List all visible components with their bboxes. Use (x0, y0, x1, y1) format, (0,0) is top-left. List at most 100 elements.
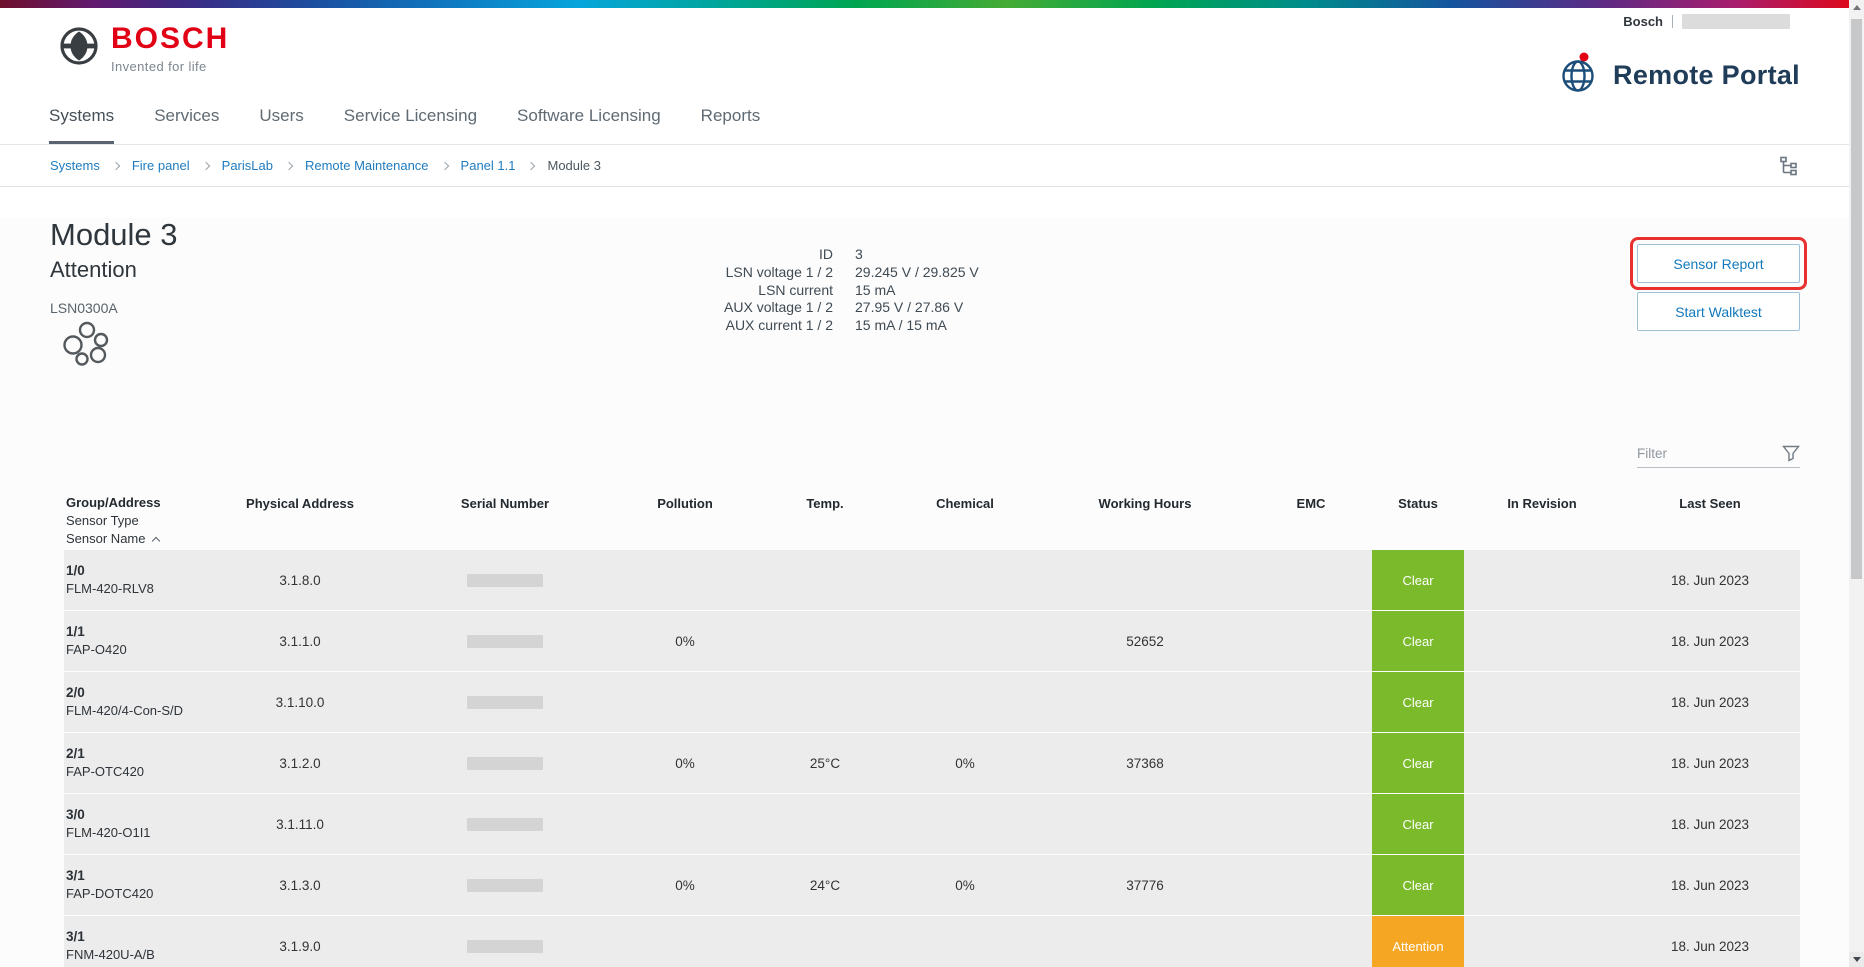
cell-group: 1/1 FAP-O420 (64, 623, 200, 659)
column-header-group-address[interactable]: Group/Address Sensor Type Sensor Name (64, 482, 200, 546)
table-row[interactable]: 1/1 FAP-O420 3.1.1.0 0% 52652 Clear 18. … (64, 611, 1800, 671)
cell-chemical: 0% (890, 756, 1040, 771)
filter-box (1637, 440, 1800, 468)
serial-redacted (467, 635, 543, 648)
cell-status: Clear (1372, 672, 1464, 732)
cell-physical-address: 3.1.11.0 (200, 817, 400, 832)
detail-label: AUX voltage 1 / 2 (723, 299, 833, 317)
breadcrumb: Systems Fire panel ParisLab Remote Maint… (0, 144, 1864, 187)
nav-service-licensing[interactable]: Service Licensing (344, 106, 477, 144)
table-row[interactable]: 3/0 FLM-420-O1I1 3.1.11.0 Clear 18. Jun … (64, 794, 1800, 854)
breadcrumb-remote-maintenance[interactable]: Remote Maintenance (305, 158, 429, 173)
column-header-serial-number[interactable]: Serial Number (400, 482, 610, 511)
cell-group: 3/0 FLM-420-O1I1 (64, 806, 200, 842)
breadcrumb-systems[interactable]: Systems (50, 158, 100, 173)
filter-row (50, 440, 1814, 470)
chevron-up-icon[interactable] (152, 537, 160, 545)
module-header: Module 3 Attention LSN0300A ID 3 LSN vol… (50, 218, 1814, 418)
detail-value: 3 (855, 246, 979, 264)
column-header-last-seen[interactable]: Last Seen (1620, 482, 1800, 511)
breadcrumb-panel-1-1[interactable]: Panel 1.1 (461, 158, 516, 173)
column-header-emc[interactable]: EMC (1250, 482, 1372, 511)
sensor-table-header: Group/Address Sensor Type Sensor Name Ph… (64, 482, 1800, 550)
cell-pollution: 0% (610, 756, 760, 771)
serial-redacted (467, 757, 543, 770)
serial-redacted (467, 818, 543, 831)
portal-title: Remote Portal (1613, 60, 1800, 91)
nav-services[interactable]: Services (154, 106, 219, 144)
cell-last-seen: 18. Jun 2023 (1620, 573, 1800, 588)
annotation-highlight-box: Sensor Report (1630, 237, 1807, 290)
cell-serial-number (400, 634, 610, 649)
nav-systems[interactable]: Systems (49, 106, 114, 144)
bosch-logo[interactable]: BOSCH Invented for life (57, 24, 229, 74)
cell-last-seen: 18. Jun 2023 (1620, 817, 1800, 832)
cell-working-hours: 52652 (1040, 634, 1250, 649)
funnel-icon[interactable] (1782, 445, 1800, 462)
page-scrollbar[interactable] (1849, 0, 1864, 967)
module-actions: Sensor Report Start Walktest (1630, 237, 1800, 331)
scrollbar-down-arrow[interactable] (1849, 952, 1864, 967)
main-content: Module 3 Attention LSN0300A ID 3 LSN vol… (0, 218, 1864, 967)
cell-temp: 25°C (760, 756, 890, 771)
cell-status: Attention (1372, 916, 1464, 967)
bosch-supergraphic-strip (0, 0, 1864, 8)
status-badge: Clear (1372, 550, 1464, 610)
start-walktest-button[interactable]: Start Walktest (1637, 292, 1800, 331)
filter-input[interactable] (1637, 446, 1776, 461)
sensor-report-button[interactable]: Sensor Report (1637, 244, 1800, 283)
bosch-armature-icon (57, 24, 101, 73)
cell-physical-address: 3.1.1.0 (200, 634, 400, 649)
cell-pollution: 0% (610, 878, 760, 893)
scrollbar-thumb[interactable] (1851, 19, 1862, 579)
status-badge: Attention (1372, 916, 1464, 967)
table-row[interactable]: 2/1 FAP-OTC420 3.1.2.0 0% 25°C 0% 37368 … (64, 733, 1800, 793)
column-header-status[interactable]: Status (1372, 482, 1464, 511)
chevron-right-icon (440, 161, 448, 169)
cell-physical-address: 3.1.2.0 (200, 756, 400, 771)
column-header-temp[interactable]: Temp. (760, 482, 890, 511)
account-info[interactable]: Bosch (1623, 14, 1790, 29)
cell-physical-address: 3.1.10.0 (200, 695, 400, 710)
column-header-pollution[interactable]: Pollution (610, 482, 760, 511)
cell-last-seen: 18. Jun 2023 (1620, 939, 1800, 954)
cell-status: Clear (1372, 855, 1464, 915)
detail-label: AUX current 1 / 2 (723, 317, 833, 335)
nav-users[interactable]: Users (259, 106, 303, 144)
breadcrumb-fire-panel[interactable]: Fire panel (132, 158, 190, 173)
sensor-table-body: 1/0 FLM-420-RLV8 3.1.8.0 Clear 18. Jun 2… (64, 550, 1800, 967)
status-badge: Clear (1372, 611, 1464, 671)
cell-serial-number (400, 817, 610, 832)
nav-software-licensing[interactable]: Software Licensing (517, 106, 661, 144)
module-details: ID 3 LSN voltage 1 / 2 29.245 V / 29.825… (723, 246, 979, 335)
table-row[interactable]: 2/0 FLM-420/4-Con-S/D 3.1.10.0 Clear 18.… (64, 672, 1800, 732)
breadcrumb-parislab[interactable]: ParisLab (222, 158, 273, 173)
table-row[interactable]: 1/0 FLM-420-RLV8 3.1.8.0 Clear 18. Jun 2… (64, 550, 1800, 610)
status-badge: Clear (1372, 733, 1464, 793)
cell-pollution: 0% (610, 634, 760, 649)
table-row[interactable]: 3/1 FNM-420U-A/B 3.1.9.0 Attention 18. J… (64, 916, 1800, 967)
scrollbar-up-arrow[interactable] (1849, 0, 1864, 15)
column-header-physical-address[interactable]: Physical Address (200, 482, 400, 511)
account-company: Bosch (1623, 14, 1663, 29)
column-header-chemical[interactable]: Chemical (890, 482, 1040, 511)
cell-group: 1/0 FLM-420-RLV8 (64, 562, 200, 598)
status-badge: Clear (1372, 672, 1464, 732)
cell-physical-address: 3.1.9.0 (200, 939, 400, 954)
column-header-working-hours[interactable]: Working Hours (1040, 482, 1250, 511)
detail-value: 29.245 V / 29.825 V (855, 264, 979, 282)
nav-reports[interactable]: Reports (701, 106, 761, 144)
account-username-redacted (1682, 14, 1790, 29)
remote-portal-logo: Remote Portal (1555, 50, 1800, 101)
table-row[interactable]: 3/1 FAP-DOTC420 3.1.3.0 0% 24°C 0% 37776… (64, 855, 1800, 915)
column-header-in-revision[interactable]: In Revision (1464, 482, 1620, 511)
sensor-table: Group/Address Sensor Type Sensor Name Ph… (64, 482, 1800, 967)
serial-redacted (467, 574, 543, 587)
tree-view-icon[interactable] (1778, 155, 1800, 177)
chevron-right-icon (112, 161, 120, 169)
cell-working-hours: 37776 (1040, 878, 1250, 893)
cell-status: Clear (1372, 611, 1464, 671)
cell-chemical: 0% (890, 878, 1040, 893)
serial-redacted (467, 696, 543, 709)
cell-group: 3/1 FNM-420U-A/B (64, 928, 200, 964)
